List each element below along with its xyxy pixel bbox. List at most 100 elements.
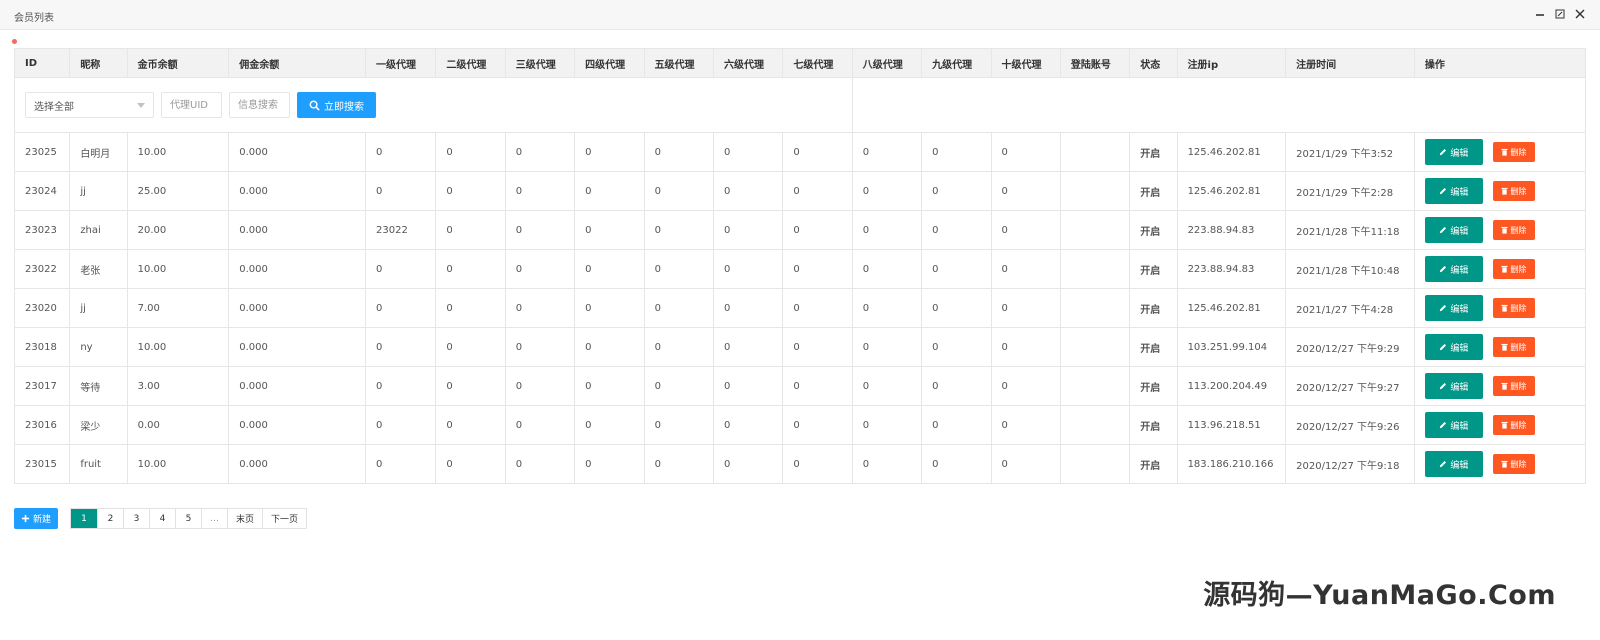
watermark: 源码狗—YuanMaGo.Com — [1203, 580, 1556, 611]
table-cell: 开启 — [1129, 444, 1178, 484]
table-cell: 0 — [990, 444, 1061, 484]
pencil-icon — [1440, 421, 1447, 429]
table-cell: 0 — [643, 327, 714, 367]
table-cell: 125.46.202.81 — [1176, 171, 1287, 211]
table-cell: 125.46.202.81 — [1176, 288, 1287, 328]
table-cell — [1059, 405, 1131, 445]
table-cell: 113.200.204.49 — [1176, 366, 1287, 406]
table-cell: 0 — [364, 249, 437, 289]
delete-button-label: 删除 — [1510, 342, 1527, 352]
pencil-icon — [1440, 304, 1447, 312]
edit-button[interactable]: 编辑 — [1424, 217, 1483, 243]
search-button[interactable]: 立即搜索 — [297, 92, 376, 118]
column-header: 一级代理 — [364, 48, 437, 78]
trash-icon — [1501, 304, 1508, 312]
table-cell: 梁少 — [69, 405, 128, 445]
table-cell: 0 — [504, 171, 576, 211]
column-header: 二级代理 — [435, 48, 506, 78]
filter-row: 选择全部 立即搜索 — [14, 77, 1587, 133]
scope-select-value: 选择全部 — [34, 101, 74, 113]
delete-button[interactable]: 删除 — [1492, 181, 1535, 201]
edit-button[interactable]: 编辑 — [1424, 373, 1483, 399]
table-cell: 0 — [712, 405, 784, 445]
table-cell: 0 — [990, 210, 1061, 250]
delete-button[interactable]: 删除 — [1492, 337, 1535, 357]
table-cell: 23017 — [13, 366, 71, 406]
table-cell: 0 — [921, 171, 992, 211]
delete-button[interactable]: 删除 — [1492, 142, 1535, 162]
table-cell: 0 — [364, 288, 437, 328]
delete-button[interactable]: 删除 — [1492, 298, 1535, 318]
window-controls — [1534, 7, 1586, 21]
page-link[interactable]: 1 — [71, 509, 98, 528]
table-header-row: ID 昵称 金币余额 佣金余额 一级代理 二级代理 三级代理 四级代理 五级代理 六级代理 七级代理… — [13, 48, 1587, 78]
table-cell: 0 — [712, 327, 784, 367]
edit-button[interactable]: 编辑 — [1424, 256, 1483, 282]
table-cell: 0 — [921, 288, 992, 328]
edit-button[interactable]: 编辑 — [1424, 178, 1483, 204]
table-cell: 老张 — [69, 249, 128, 289]
edit-button[interactable]: 编辑 — [1424, 334, 1483, 360]
page-link[interactable]: 末页 — [227, 509, 263, 528]
row-actions: 编辑 删除 — [1424, 295, 1575, 321]
page-link[interactable]: 4 — [149, 509, 176, 528]
table-cell: 白明月 — [69, 132, 128, 172]
edit-button[interactable]: 编辑 — [1424, 451, 1483, 477]
row-actions: 编辑 删除 — [1424, 412, 1575, 438]
delete-button[interactable]: 删除 — [1492, 220, 1535, 240]
maximize-icon[interactable] — [1554, 7, 1566, 21]
pencil-icon — [1440, 343, 1447, 351]
table-cell: 0 — [921, 444, 992, 484]
table-cell: 0 — [435, 405, 506, 445]
table-cell: 开启 — [1129, 288, 1178, 328]
delete-button[interactable]: 删除 — [1492, 259, 1535, 279]
table-cell: 0 — [504, 249, 576, 289]
table-row: 23023 zhai 20.00 0.000 23022 0 0 0 0 0 0 0 0 0 开启 223.8… — [13, 210, 1587, 250]
actions-cell: 编辑 删除 — [1413, 171, 1587, 211]
page-link[interactable]: 下一页 — [262, 509, 307, 528]
edit-button[interactable]: 编辑 — [1424, 139, 1483, 165]
table-cell: 0 — [364, 366, 437, 406]
page-link[interactable]: 2 — [97, 509, 124, 528]
table-cell: 0.000 — [228, 249, 366, 289]
table-cell: 103.251.99.104 — [1176, 327, 1287, 367]
table-cell: 0 — [990, 171, 1061, 211]
row-actions: 编辑 删除 — [1424, 334, 1575, 360]
table-cell: 0 — [782, 444, 853, 484]
edit-button[interactable]: 编辑 — [1424, 295, 1483, 321]
table-cell: 7.00 — [126, 288, 230, 328]
delete-button[interactable]: 删除 — [1492, 376, 1535, 396]
page-link[interactable]: 3 — [123, 509, 150, 528]
table-cell: 0.000 — [228, 327, 366, 367]
table-cell: 0 — [851, 249, 923, 289]
pencil-icon — [1440, 382, 1447, 390]
delete-button-label: 删除 — [1510, 459, 1527, 469]
table-cell: 0 — [504, 132, 576, 172]
minimize-icon[interactable] — [1534, 7, 1546, 21]
table-cell: 0 — [364, 132, 437, 172]
edit-button-label: 编辑 — [1450, 382, 1469, 393]
column-header: 注册时间 — [1285, 48, 1415, 78]
agent-uid-input[interactable] — [161, 92, 222, 118]
delete-button-label: 删除 — [1510, 303, 1527, 313]
delete-button[interactable]: 删除 — [1492, 415, 1535, 435]
delete-button[interactable]: 删除 — [1492, 454, 1535, 474]
scope-select[interactable]: 选择全部 — [25, 92, 154, 118]
table-cell: 0 — [712, 171, 784, 211]
table-cell: 223.88.94.83 — [1176, 210, 1287, 250]
actions-cell: 编辑 删除 — [1413, 288, 1587, 328]
new-button[interactable]: 新建 — [14, 508, 59, 529]
table-cell: 0 — [851, 288, 923, 328]
table-cell: 0 — [712, 366, 784, 406]
table-cell: 0 — [643, 444, 714, 484]
table-cell: 0 — [364, 405, 437, 445]
table-cell — [1059, 327, 1131, 367]
info-search-input[interactable] — [229, 92, 290, 118]
edit-button[interactable]: 编辑 — [1424, 412, 1483, 438]
trash-icon — [1501, 343, 1508, 351]
table-cell: 0.000 — [228, 366, 366, 406]
page-link[interactable]: 5 — [175, 509, 202, 528]
row-actions: 编辑 删除 — [1424, 178, 1575, 204]
actions-cell: 编辑 删除 — [1413, 405, 1587, 445]
close-icon[interactable] — [1574, 7, 1586, 21]
